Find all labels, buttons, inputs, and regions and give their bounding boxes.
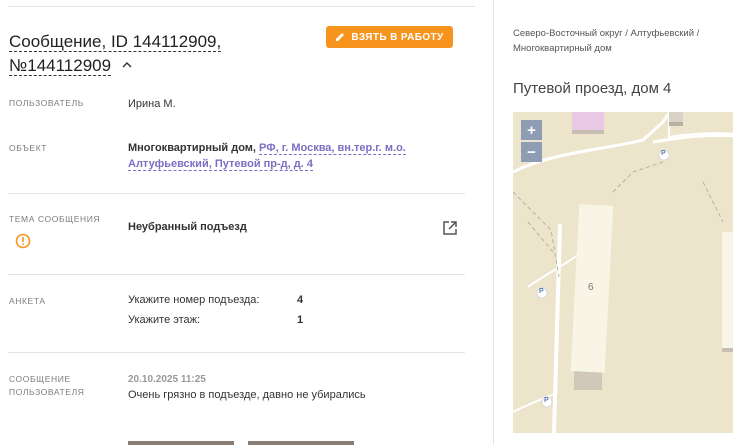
message-text: Очень грязно в подъезде, давно не убирал…: [128, 389, 366, 401]
message-date: 20.10.2025 11:25: [128, 374, 206, 385]
top-divider: [8, 6, 475, 7]
title-line-2: №144112909: [9, 56, 112, 76]
anketa-question: Укажите номер подъезда:: [128, 294, 260, 306]
photo-thumbnails: [128, 441, 368, 445]
topic-label: ТЕМА СООБЩЕНИЯ: [9, 214, 101, 224]
anketa-question: Укажите этаж:: [128, 314, 201, 326]
location-title: Путевой проезд, дом 4: [513, 80, 672, 97]
take-to-work-label: ВЗЯТЬ В РАБОТУ: [351, 31, 444, 43]
topic-value: Неубранный подъезд: [128, 221, 247, 233]
object-value: Многоквартирный дом, РФ, г. Москва, вн.т…: [128, 140, 418, 172]
location-panel: Северо-Восточный округ / Алтуфьевский / …: [494, 0, 733, 445]
parking-label: P: [544, 397, 549, 404]
photo-thumbnail[interactable]: [128, 441, 234, 445]
chevron-up-icon[interactable]: [120, 58, 134, 72]
title-line-1: Сообщение, ID 144112909,: [9, 32, 222, 52]
take-to-work-button[interactable]: ВЗЯТЬ В РАБОТУ: [326, 26, 453, 48]
message-details-panel: Сообщение, ID 144112909, №144112909 ВЗЯТ…: [0, 0, 475, 445]
message-label-line-2: ПОЛЬЗОВАТЕЛЯ: [9, 387, 85, 397]
anketa-answer: 1: [297, 314, 304, 326]
page-title[interactable]: Сообщение, ID 144112909, №144112909: [9, 30, 309, 78]
anketa-answer: 4: [297, 294, 304, 306]
message-label-line-1: СООБЩЕНИЕ: [9, 374, 71, 384]
divider: [8, 274, 465, 275]
building-number-label: 6: [588, 282, 594, 293]
user-label: ПОЛЬЗОВАТЕЛЬ: [9, 98, 84, 108]
page: Сообщение, ID 144112909, №144112909 ВЗЯТ…: [0, 0, 733, 445]
external-link-icon[interactable]: [441, 219, 459, 237]
map-canvas: [513, 112, 733, 433]
pencil-icon: [336, 33, 345, 41]
photo-thumbnail[interactable]: [248, 441, 354, 445]
anketa-label: АНКЕТА: [9, 296, 46, 306]
parking-label: P: [661, 150, 666, 157]
map[interactable]: 6 P P P + −: [513, 112, 733, 433]
object-type: Многоквартирный дом,: [128, 142, 256, 154]
user-value: Ирина М.: [128, 98, 176, 110]
zoom-out-button[interactable]: −: [521, 142, 542, 162]
warning-icon: [15, 233, 31, 249]
divider: [8, 193, 465, 194]
zoom-in-button[interactable]: +: [521, 120, 542, 140]
breadcrumb: Северо-Восточный округ / Алтуфьевский / …: [513, 26, 728, 56]
object-label: ОБЪЕКТ: [9, 143, 48, 153]
breadcrumb-line-1: Северо-Восточный округ / Алтуфьевский /: [513, 28, 700, 39]
parking-label: P: [539, 288, 544, 295]
divider: [8, 352, 465, 353]
breadcrumb-line-2: Многоквартирный дом: [513, 43, 612, 54]
